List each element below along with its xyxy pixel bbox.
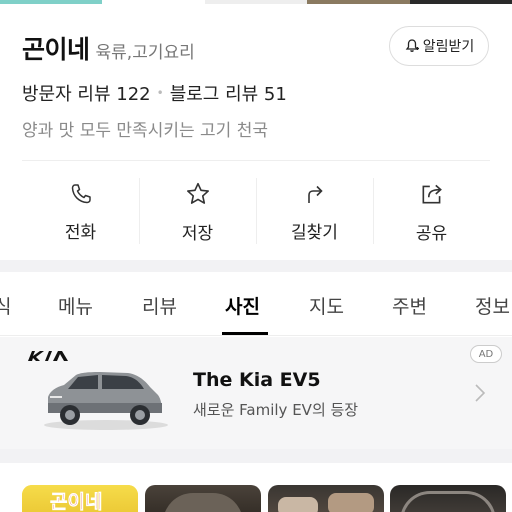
photo-thumb[interactable] [390,485,506,512]
ad-badge: AD [470,345,502,363]
ad-subtitle: 새로운 Family EV의 등장 [193,401,359,419]
call-button[interactable]: 전화 [22,174,139,250]
reviews-row: 방문자 리뷰 122 • 블로그 리뷰 51 [22,80,287,106]
kia-logo [28,351,68,361]
place-tagline: 양과 맛 모두 만족시키는 고기 천국 [22,121,268,141]
car-image [44,372,168,430]
share-icon [422,184,442,203]
blog-reviews-link[interactable]: 블로그 리뷰 51 [170,80,287,106]
divider [22,160,490,161]
section-gap [0,260,512,272]
tab-partial[interactable]: 식 [0,292,11,319]
separator-dot: • [156,86,164,100]
photo-grid: 곤이네 [0,463,512,512]
photo-thumb[interactable] [268,485,384,512]
save-label: 저장 [181,223,214,244]
tab-photos[interactable]: 사진 [225,292,260,319]
chevron-right-icon [475,384,486,402]
ad-banner[interactable]: AD The Kia EV5 새로운 Family EV의 등장 [0,337,512,449]
title-row: 곤이네 육류,고기요리 [22,30,195,66]
tab-bar: 식 메뉴 리뷰 사진 지도 주변 정보 [0,272,512,336]
phone-icon [71,183,91,203]
share-label: 공유 [415,223,448,244]
directions-button[interactable]: 길찾기 [256,174,373,250]
save-button[interactable]: 저장 [139,174,256,250]
photo-thumb[interactable] [145,485,261,512]
place-header: 곤이네 육류,고기요리 알림받기 방문자 리뷰 122 • 블로그 리뷰 51 … [0,4,512,260]
active-tab-indicator [222,332,268,335]
alert-button[interactable]: 알림받기 [389,26,489,66]
place-name: 곤이네 [22,35,90,64]
tab-map[interactable]: 지도 [309,292,344,319]
photo-thumb[interactable]: 곤이네 [22,485,138,512]
place-category: 육류,고기요리 [95,43,195,63]
bell-plus-icon [405,39,419,52]
section-gap [0,449,512,463]
star-icon [186,182,209,204]
visitor-reviews-link[interactable]: 방문자 리뷰 122 [22,80,151,106]
directions-label: 길찾기 [291,222,338,243]
share-button[interactable]: 공유 [373,174,490,250]
alert-button-label: 알림받기 [422,39,475,55]
call-label: 전화 [64,222,97,243]
tab-reviews[interactable]: 리뷰 [142,292,177,319]
ad-title: The Kia EV5 [193,369,321,391]
tab-menu[interactable]: 메뉴 [58,292,93,319]
sign-text: 곤이네 [50,491,103,512]
directions-icon [307,185,323,203]
tab-nearby[interactable]: 주변 [392,292,427,319]
action-bar: 전화 저장 길찾기 공유 [22,174,490,250]
tab-info[interactable]: 정보 [475,292,510,319]
